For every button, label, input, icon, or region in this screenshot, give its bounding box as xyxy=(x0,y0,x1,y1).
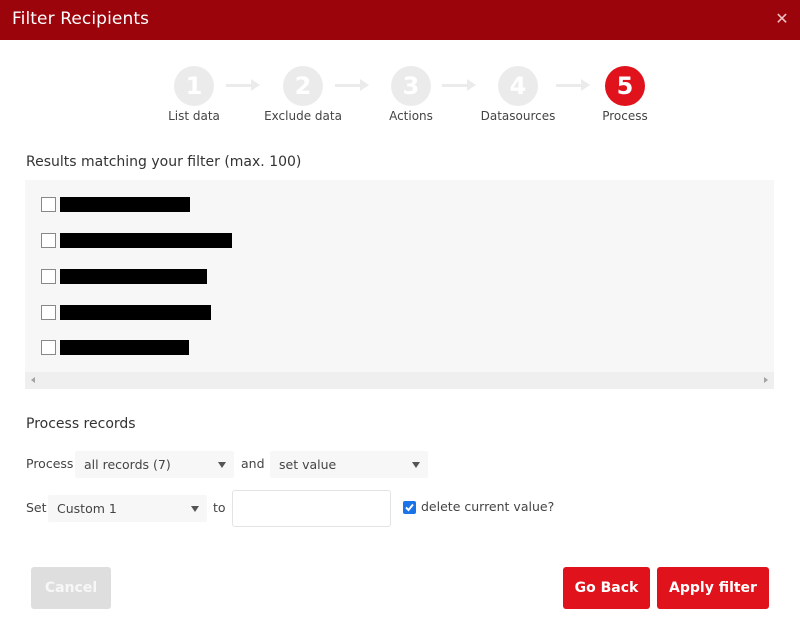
delete-current-label: delete current value? xyxy=(421,499,555,514)
checkmark-icon xyxy=(405,503,414,512)
step-number: 2 xyxy=(283,66,323,106)
step-number: 4 xyxy=(498,66,538,106)
records-select[interactable]: all records (7) xyxy=(75,451,234,478)
results-list xyxy=(25,180,774,389)
field-select-value: Custom 1 xyxy=(57,501,117,516)
redacted-text xyxy=(60,305,211,320)
step-datasources[interactable]: 4 Datasources xyxy=(458,66,578,123)
value-input[interactable] xyxy=(232,490,391,527)
step-label: Exclude data xyxy=(264,109,342,123)
close-icon[interactable]: ✕ xyxy=(774,10,790,28)
chevron-down-icon xyxy=(191,506,199,512)
redacted-text xyxy=(60,340,189,355)
dialog-title: Filter Recipients xyxy=(12,9,150,29)
chevron-down-icon xyxy=(412,462,420,468)
redacted-text xyxy=(60,269,207,284)
result-checkbox[interactable] xyxy=(41,340,56,355)
step-number: 1 xyxy=(174,66,214,106)
scroll-right-icon[interactable] xyxy=(764,377,768,383)
cancel-button[interactable]: Cancel xyxy=(31,567,111,609)
result-checkbox[interactable] xyxy=(41,269,56,284)
set-label: Set xyxy=(26,500,47,515)
step-label: List data xyxy=(168,109,220,123)
redacted-text xyxy=(60,197,190,212)
records-select-value: all records (7) xyxy=(84,457,171,472)
result-checkbox[interactable] xyxy=(41,197,56,212)
result-checkbox[interactable] xyxy=(41,305,56,320)
horizontal-scrollbar[interactable] xyxy=(25,372,774,389)
process-label: Process xyxy=(26,456,74,471)
apply-filter-button[interactable]: Apply filter xyxy=(657,567,769,609)
results-title: Results matching your filter (max. 100) xyxy=(26,154,302,170)
step-label: Datasources xyxy=(480,109,556,123)
action-select[interactable]: set value xyxy=(270,451,428,478)
step-process[interactable]: 5 Process xyxy=(565,66,685,123)
step-exclude-data[interactable]: 2 Exclude data xyxy=(243,66,363,123)
result-checkbox[interactable] xyxy=(41,233,56,248)
field-select[interactable]: Custom 1 xyxy=(48,495,207,522)
dialog-header: Filter Recipients ✕ xyxy=(0,0,800,40)
go-back-button[interactable]: Go Back xyxy=(563,567,650,609)
scroll-left-icon[interactable] xyxy=(31,377,35,383)
delete-current-checkbox[interactable] xyxy=(403,501,416,514)
process-records-title: Process records xyxy=(26,416,136,432)
step-actions[interactable]: 3 Actions xyxy=(351,66,471,123)
wizard-steps: 1 List data 2 Exclude data 3 Actions 4 D… xyxy=(0,66,800,126)
step-list-data[interactable]: 1 List data xyxy=(134,66,254,123)
action-select-value: set value xyxy=(279,457,337,472)
step-label: Actions xyxy=(389,109,433,123)
redacted-text xyxy=(60,233,232,248)
step-number: 5 xyxy=(605,66,645,106)
step-label: Process xyxy=(602,109,648,123)
step-number: 3 xyxy=(391,66,431,106)
and-label: and xyxy=(241,456,265,471)
chevron-down-icon xyxy=(218,462,226,468)
to-label: to xyxy=(213,500,226,515)
